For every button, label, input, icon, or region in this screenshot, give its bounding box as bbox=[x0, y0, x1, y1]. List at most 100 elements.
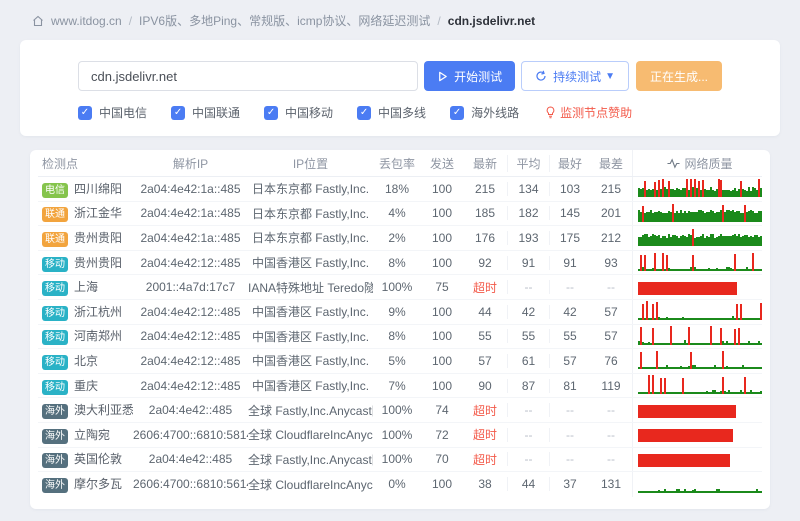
generating-button[interactable]: 正在生成... bbox=[636, 61, 722, 91]
breadcrumb-separator: / bbox=[129, 14, 132, 28]
checkbox-overseas[interactable]: ✓ 海外线路 bbox=[450, 104, 519, 121]
header-network-quality: 网络质量 bbox=[632, 150, 762, 176]
breadcrumb-section-link[interactable]: IPV6版、多地Ping、常规版、icmp协议、网络延迟测试 bbox=[139, 12, 430, 29]
checkbox-label: 中国多线 bbox=[378, 104, 426, 121]
quality-cell bbox=[632, 177, 762, 201]
worst-cell: -- bbox=[590, 428, 632, 442]
sent-cell: 100 bbox=[421, 256, 463, 270]
table-row: 移动北京 2a04:4e42:12::485 中国香港区 Fastly,Inc.… bbox=[38, 349, 762, 374]
resolved-ip-cell: 2a04:4e42:12::485 bbox=[133, 354, 248, 368]
packet-loss-cell: 4% bbox=[373, 206, 421, 220]
best-cell: 175 bbox=[550, 231, 590, 245]
table-row: 联通贵州贵阳 2a04:4e42:1a::485 日本东京都 Fastly,In… bbox=[38, 226, 762, 251]
node-name: 浙江杭州 bbox=[74, 305, 122, 319]
quality-cell bbox=[632, 398, 762, 422]
average-cell: 44 bbox=[507, 477, 550, 491]
latest-cell: 55 bbox=[463, 329, 507, 343]
node-cell: 海外英国伦敦 bbox=[38, 450, 133, 468]
latest-cell: 38 bbox=[463, 477, 507, 491]
breadcrumb-home-link[interactable]: www.itdog.cn bbox=[51, 14, 122, 28]
packet-loss-cell: 2% bbox=[373, 231, 421, 245]
resolved-ip-cell: 2a04:4e42:12::485 bbox=[133, 305, 248, 319]
worst-cell: -- bbox=[590, 403, 632, 417]
checkbox-china-multiline[interactable]: ✓ 中国多线 bbox=[357, 104, 426, 121]
sent-cell: 100 bbox=[421, 206, 463, 220]
node-name: 立陶宛 bbox=[74, 428, 110, 442]
average-cell: 42 bbox=[507, 305, 550, 319]
ip-location-cell: 全球 CloudflareIncAnycast网段 bbox=[248, 426, 373, 443]
home-icon bbox=[32, 15, 44, 27]
table-row: 移动重庆 2a04:4e42:12::485 中国香港区 Fastly,Inc.… bbox=[38, 374, 762, 399]
sent-cell: 72 bbox=[421, 428, 463, 442]
ip-location-cell: IANA特殊地址 Teredo隧道地址 bbox=[248, 279, 373, 296]
table-row: 海外英国伦敦 2a04:4e42::485 全球 Fastly,Inc.Anyc… bbox=[38, 448, 762, 473]
node-cell: 海外摩尔多瓦 bbox=[38, 475, 133, 493]
header-latest: 最新 bbox=[463, 155, 507, 172]
resolved-ip-cell: 2a04:4e42:12::485 bbox=[133, 256, 248, 270]
node-name: 摩尔多瓦 bbox=[74, 477, 122, 491]
best-cell: 55 bbox=[550, 329, 590, 343]
latest-cell: 185 bbox=[463, 206, 507, 220]
best-cell: -- bbox=[550, 428, 590, 442]
latest-cell: 超时 bbox=[463, 451, 507, 468]
node-name: 河南郑州 bbox=[74, 329, 122, 343]
quality-cell bbox=[632, 300, 762, 324]
worst-cell: 212 bbox=[590, 231, 632, 245]
checkbox-china-mobile[interactable]: ✓ 中国移动 bbox=[264, 104, 333, 121]
quality-cell bbox=[632, 275, 762, 299]
sent-cell: 70 bbox=[421, 452, 463, 466]
breadcrumb-current: cdn.jsdelivr.net bbox=[448, 14, 535, 28]
node-cell: 联通浙江金华 bbox=[38, 204, 133, 222]
quality-sparkline bbox=[638, 252, 762, 273]
activity-pulse-icon bbox=[667, 158, 680, 169]
node-cell: 移动北京 bbox=[38, 352, 133, 370]
worst-cell: 201 bbox=[590, 206, 632, 220]
latest-cell: 超时 bbox=[463, 279, 507, 296]
header-ip-location: IP位置 bbox=[248, 155, 373, 172]
best-cell: 103 bbox=[550, 182, 590, 196]
quality-cell bbox=[632, 472, 762, 497]
header-sent: 发送 bbox=[421, 155, 463, 172]
host-input[interactable] bbox=[78, 61, 418, 91]
resolved-ip-cell: 2a04:4e42::485 bbox=[133, 452, 248, 466]
best-cell: -- bbox=[550, 452, 590, 466]
worst-cell: -- bbox=[590, 280, 632, 294]
sent-cell: 100 bbox=[421, 329, 463, 343]
node-name: 贵州贵阳 bbox=[74, 256, 122, 270]
checkbox-label: 中国电信 bbox=[99, 104, 147, 121]
node-cell: 移动河南郑州 bbox=[38, 327, 133, 345]
carrier-badge: 移动 bbox=[42, 330, 68, 345]
quality-cell bbox=[632, 226, 762, 250]
packet-loss-cell: 0% bbox=[373, 477, 421, 491]
best-cell: 57 bbox=[550, 354, 590, 368]
checkbox-china-unicom[interactable]: ✓ 中国联通 bbox=[171, 104, 240, 121]
latest-cell: 超时 bbox=[463, 402, 507, 419]
table-row: 联通浙江金华 2a04:4e42:1a::485 日本东京都 Fastly,In… bbox=[38, 202, 762, 227]
sponsor-link[interactable]: 监测节点赞助 bbox=[545, 104, 632, 121]
latest-cell: 44 bbox=[463, 305, 507, 319]
average-cell: 87 bbox=[507, 379, 550, 393]
latest-cell: 超时 bbox=[463, 426, 507, 443]
checkbox-china-telecom[interactable]: ✓ 中国电信 bbox=[78, 104, 147, 121]
node-cell: 海外澳大利亚悉尼 bbox=[38, 401, 133, 419]
worst-cell: 119 bbox=[590, 379, 632, 393]
quality-cell bbox=[632, 374, 762, 398]
worst-cell: 215 bbox=[590, 182, 632, 196]
start-test-button[interactable]: 开始测试 bbox=[424, 61, 515, 91]
packet-loss-cell: 100% bbox=[373, 403, 421, 417]
sent-cell: 100 bbox=[421, 477, 463, 491]
resolved-ip-cell: 2a04:4e42:12::485 bbox=[133, 379, 248, 393]
sent-cell: 100 bbox=[421, 182, 463, 196]
latest-cell: 57 bbox=[463, 354, 507, 368]
continuous-test-button[interactable]: 持续测试 ▼ bbox=[521, 61, 629, 91]
checkbox-label: 中国联通 bbox=[192, 104, 240, 121]
carrier-badge: 移动 bbox=[42, 281, 68, 296]
best-cell: -- bbox=[550, 403, 590, 417]
quality-sparkline bbox=[638, 400, 762, 421]
breadcrumb: www.itdog.cn / IPV6版、多地Ping、常规版、icmp协议、网… bbox=[32, 12, 780, 29]
ip-location-cell: 中国香港区 Fastly,Inc. bbox=[248, 377, 373, 394]
checkbox-checked-icon: ✓ bbox=[450, 106, 464, 120]
worst-cell: -- bbox=[590, 452, 632, 466]
node-name: 浙江金华 bbox=[74, 206, 122, 220]
sent-cell: 75 bbox=[421, 280, 463, 294]
